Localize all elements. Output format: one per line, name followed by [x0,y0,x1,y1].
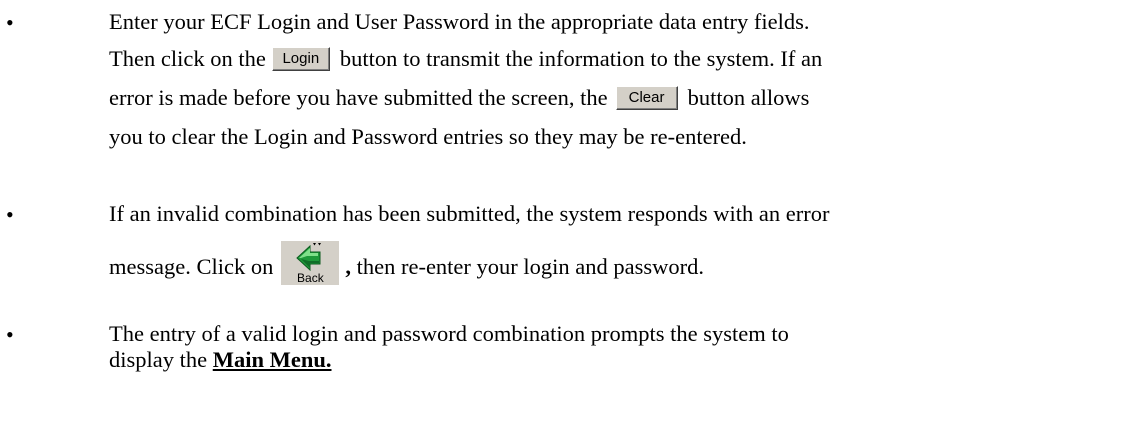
login-button[interactable]: Login [271,46,330,71]
paragraph-text: display the [109,347,213,372]
paragraph-text: error is made before you have submitted … [109,85,608,110]
bullet-point: • [6,322,14,347]
bullet-point: • [6,202,14,227]
text-line: error is made before you have submitted … [109,85,809,112]
back-button[interactable]: Back [281,241,340,285]
paragraph-text: you to clear the Login and Password entr… [109,124,747,149]
text-line: display the Main Menu. [109,347,332,373]
paragraph-text: Enter your ECF Login and User Password i… [109,9,810,34]
back-button-label: Back [297,271,324,285]
text-line: The entry of a valid login and password … [109,321,789,347]
instruction-page: • Enter your ECF Login and User Password… [0,0,1146,440]
paragraph-text: The entry of a valid login and password … [109,321,789,346]
text-line: Enter your ECF Login and User Password i… [109,9,809,35]
back-arrow-icon [296,243,322,272]
text-line: If an invalid combination has been submi… [109,201,829,227]
paragraph-text: message. Click on [109,254,274,280]
paragraph-text: button to transmit the information to th… [339,46,823,71]
paragraph-text: Then click on the [109,46,266,71]
paragraph-text: button allows [687,85,810,110]
text-line: you to clear the Login and Password entr… [109,124,747,150]
paragraph-text: then re-enter your login and password. [350,254,705,280]
main-menu-link[interactable]: Main Menu. [213,347,332,372]
text-line: Then click on the Login button to transmit… [109,46,822,73]
bullet-point: • [6,10,14,35]
clear-button[interactable]: Clear [615,85,678,110]
paragraph-text: If an invalid combination has been submi… [109,201,830,226]
text-line: message. Click on Back, then re-enter you… [109,241,705,291]
